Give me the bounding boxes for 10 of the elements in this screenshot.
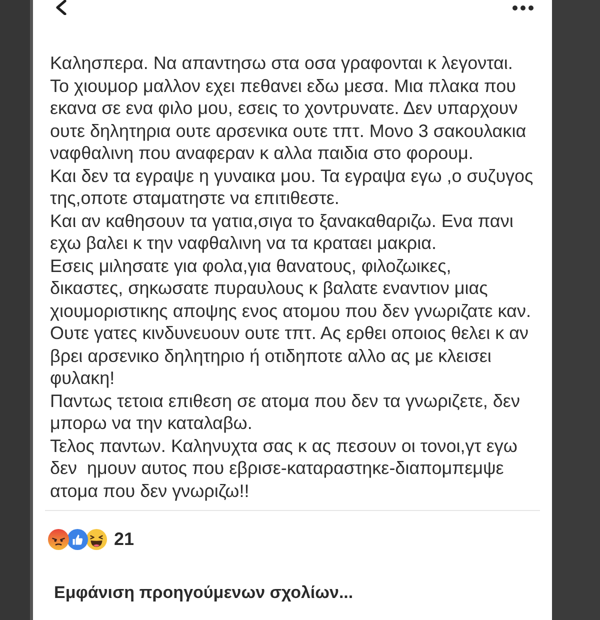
more-options-button[interactable] (512, 5, 534, 11)
laughing-face-icon (86, 529, 107, 550)
back-button[interactable] (55, 0, 69, 16)
angry-face-icon (48, 529, 69, 550)
more-icon (512, 5, 534, 11)
reaction-count[interactable]: 21 (114, 526, 134, 553)
thumbs-up-icon (67, 529, 88, 550)
post-text: Καλησπερα. Να απαντησω στα οσα γραφονται κ λεγονται. Το χιουμορ μαλλον εχει πεθανει εδω μεσα. Μια πλακα που εκανα σε ενα φιλο μου, εσεις το χοντρυνατε. Δεν υπαρχουν ουτε δηλητηρια ουτε αρσενικα ουτε τπτ. Μονο 3 σακουλακια ναφθαλινη που αναφεραν κ αλλα παιδια στο φορουμ. Και δεν τα εγραψε η γυναικα μου. Τα εγραψα εγω ,ο συζυγος της,οποτε σταματηστε να επιτιθεστε. Και αν καθησουν τα γατια,σιγα το ξανακαθαριζω. Ενα πανι εχω βαλει κ την ναφθαλινη να τα κραταει μακρια. Εσεις μιλησατε για φολα,για θανατους, φιλοζωικες, δικαστες, σηκωσατε πυραυλους κ βαλατε εναντιον μιας χιουμοριστικης αποψης ενος ατομου που δεν γνωριζατε καν. Ουτε γατες κινδυνευουν ουτε τπτ. Ας ερθει οποιος θελει κ αν βρει αρσενικο δηλητηριο ή οτιδηποτε αλλο ας με κλεισει φυλακη! Παντως τετοια επιθεση σε ατομα που δεν τα γνωριζετε, δεν μπορω να την καταλαβω. Τελος παντων. Καληνυχτα σας κ ας πεσουν οι τονοι,γτ εγω δεν ημουν αυτος που εβρισε-καταραστηκε-διαπομπεμψε ατομα που δεν γνωριζω!! (50, 52, 534, 502)
back-chevron-icon (55, 0, 67, 15)
show-previous-comments-link[interactable]: Εμφάνιση προηγούμενων σχολίων... (54, 583, 354, 603)
